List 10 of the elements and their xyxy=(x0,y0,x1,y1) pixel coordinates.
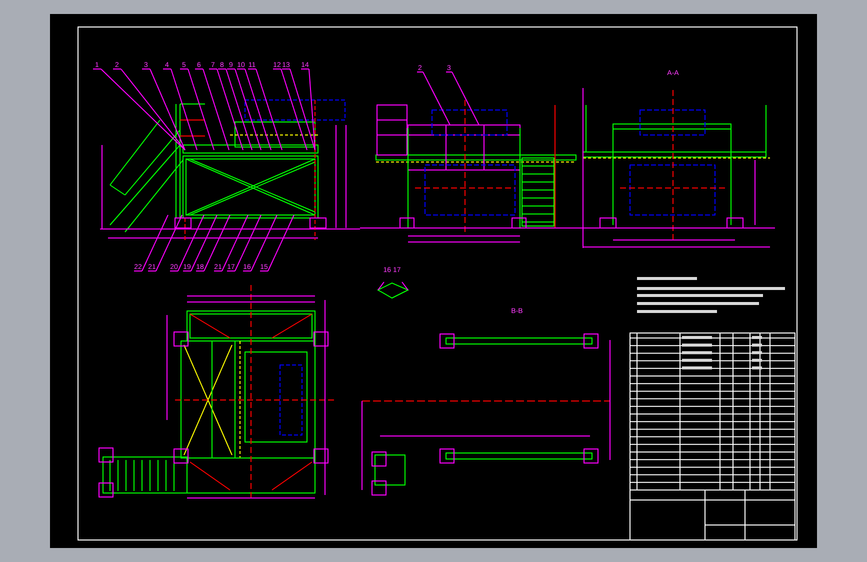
leader-line xyxy=(170,214,204,272)
gusset-detail-drawing xyxy=(376,282,410,299)
leader-line xyxy=(416,72,450,126)
leader-line xyxy=(214,214,248,272)
leader-line xyxy=(260,214,294,272)
leader-line xyxy=(226,214,262,272)
leader-line xyxy=(134,214,168,272)
leader-line xyxy=(446,72,480,126)
leader-line xyxy=(148,214,182,272)
leader-line xyxy=(242,214,278,272)
